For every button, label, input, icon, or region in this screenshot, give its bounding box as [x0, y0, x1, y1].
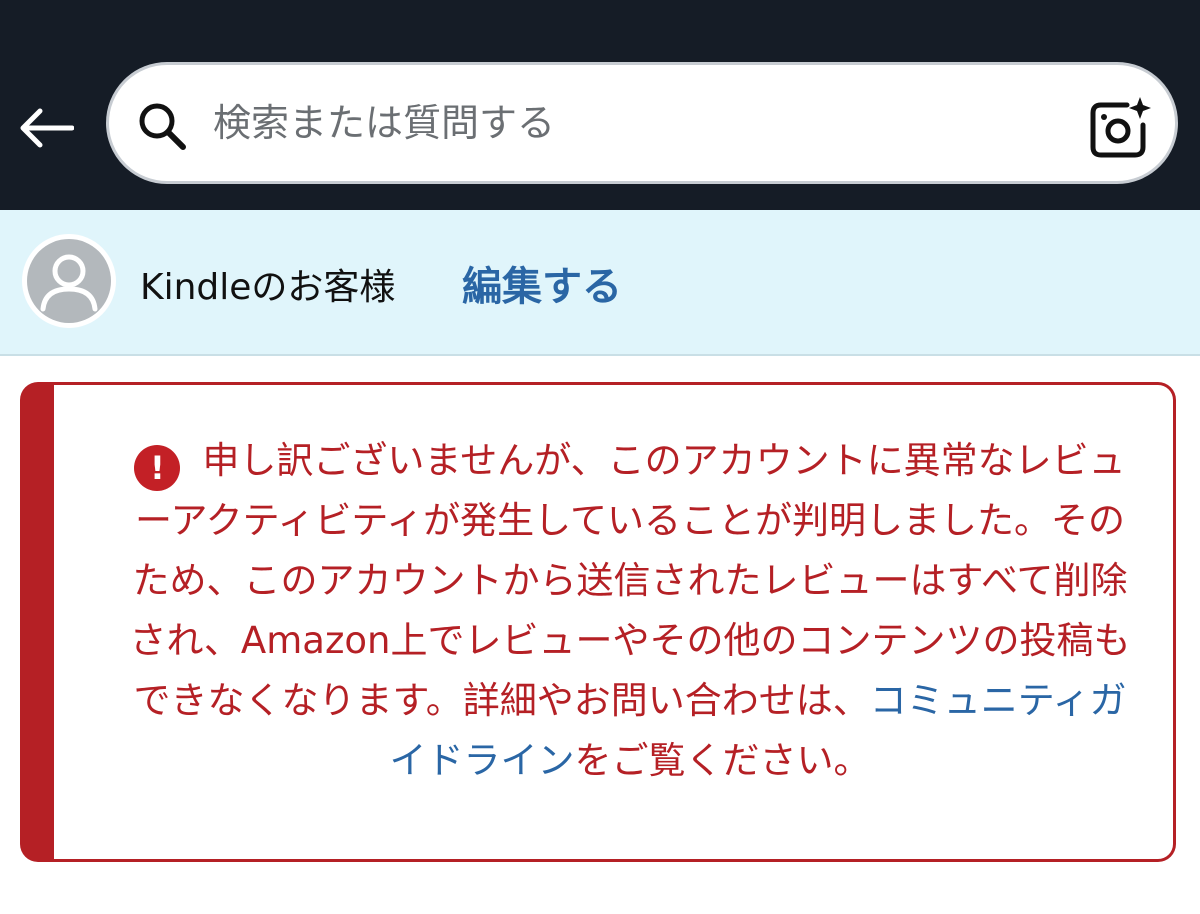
avatar-placeholder	[27, 239, 111, 323]
user-icon	[40, 254, 98, 312]
alert-message: ! 申し訳ございませんが、このアカウントに異常なレビューアクティビティが発生してい…	[120, 431, 1140, 791]
account-alert-box: ! 申し訳ございませんが、このアカウントに異常なレビューアクティビティが発生してい…	[20, 382, 1176, 862]
search-box[interactable]	[106, 62, 1178, 184]
back-button[interactable]	[14, 96, 78, 160]
alert-message-tail: をご覧ください。	[574, 739, 871, 782]
edit-profile-link[interactable]: 編集する	[462, 254, 622, 312]
customer-name: Kindleのお客様	[140, 267, 396, 308]
avatar[interactable]	[22, 234, 116, 328]
customer-bar: Kindleのお客様 編集する	[0, 210, 1200, 356]
search-input[interactable]	[213, 85, 1063, 161]
back-arrow-icon	[20, 108, 74, 148]
search-icon	[139, 103, 186, 150]
exclamation-icon: !	[134, 445, 181, 491]
camera-search-button[interactable]	[1087, 95, 1153, 161]
camera-sparkle-icon	[1090, 97, 1151, 158]
top-nav-bar	[0, 0, 1200, 210]
